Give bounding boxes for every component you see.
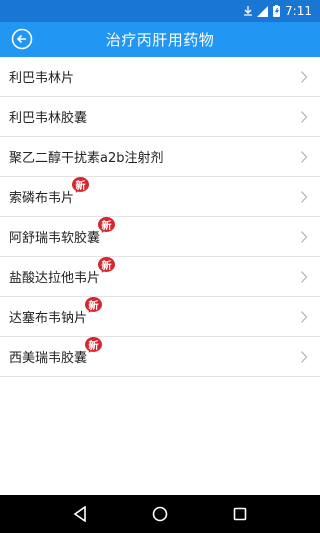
nav-recents-button[interactable] [228, 502, 252, 526]
new-badge: 新 [85, 337, 103, 355]
drug-name-label: 达塞布韦钠片 [9, 311, 88, 326]
list-item[interactable]: 阿舒瑞韦软胶囊新 [0, 217, 320, 257]
drug-name-label: 聚乙二醇干扰素a2b注射剂 [9, 151, 164, 166]
drug-list: 利巴韦林片 利巴韦林胶囊 聚乙二醇干扰素a2b注射剂 索磷布韦片新阿舒瑞韦软胶囊新盐酸… [0, 57, 320, 377]
chevron-right-icon [301, 151, 308, 163]
list-item[interactable]: 盐酸达拉他韦片新 [0, 257, 320, 297]
list-item[interactable]: 聚乙二醇干扰素a2b注射剂 [0, 137, 320, 177]
page-title: 治疗丙肝用药物 [105, 31, 215, 49]
list-item[interactable]: 西美瑞韦胶囊新 [0, 337, 320, 377]
new-badge: 新 [98, 257, 116, 275]
drug-name-label: 阿舒瑞韦软胶囊 [9, 231, 101, 246]
home-circle-icon [152, 506, 168, 522]
chevron-right-icon [301, 351, 308, 363]
new-badge: 新 [72, 177, 90, 195]
back-button[interactable] [11, 28, 33, 50]
back-arrow-icon [11, 28, 33, 50]
chevron-right-icon [301, 311, 308, 323]
drug-name-label: 西美瑞韦胶囊 [9, 351, 88, 366]
back-triangle-icon [73, 506, 86, 522]
chevron-right-icon [301, 111, 308, 123]
nav-home-button[interactable] [148, 502, 172, 526]
status-time: 7:11 [285, 4, 312, 18]
chevron-right-icon [301, 191, 308, 203]
drug-name-label: 盐酸达拉他韦片 [9, 271, 101, 286]
list-item[interactable]: 利巴韦林胶囊 [0, 97, 320, 137]
chevron-right-icon [301, 71, 308, 83]
drug-name-label: 索磷布韦片 [9, 191, 75, 206]
drug-name-label: 利巴韦林胶囊 [9, 111, 88, 126]
drug-name-label: 利巴韦林片 [9, 71, 75, 86]
app-bar: 治疗丙肝用药物 [0, 22, 320, 57]
list-item[interactable]: 利巴韦林片 [0, 57, 320, 97]
chevron-right-icon [301, 271, 308, 283]
list-item[interactable]: 索磷布韦片新 [0, 177, 320, 217]
download-icon [244, 6, 253, 16]
recents-square-icon [233, 507, 247, 521]
signal-icon [257, 5, 269, 17]
chevron-right-icon [301, 231, 308, 243]
nav-back-button[interactable] [68, 502, 92, 526]
new-badge: 新 [98, 217, 116, 235]
battery-charging-icon [273, 5, 281, 17]
status-bar: 7:11 [0, 0, 320, 22]
list-item[interactable]: 达塞布韦钠片新 [0, 297, 320, 337]
new-badge: 新 [85, 297, 103, 315]
navigation-bar [0, 495, 320, 533]
